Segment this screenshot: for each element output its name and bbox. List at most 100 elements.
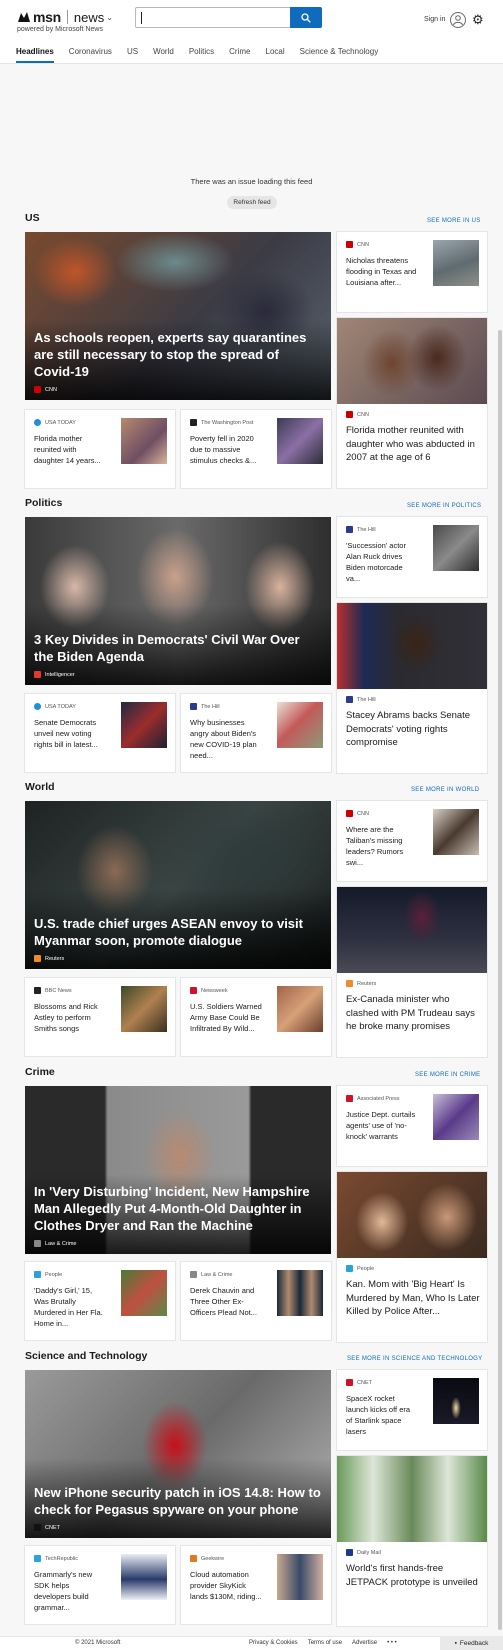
top-header: msn news ⌄ powered by Microsoft News Sig… [0,0,503,64]
news-card[interactable]: Geekwire Cloud automation provider SkyKi… [181,1546,331,1624]
see-more-politics-link[interactable]: SEE MORE IN POLITICS [407,503,481,509]
tall-news-card[interactable]: People Kan. Mom with 'Big Heart' Is Murd… [337,1172,487,1342]
gear-icon[interactable]: ⚙ [472,13,484,27]
card-thumbnail [121,1554,167,1600]
people-logo-icon [34,1271,41,1278]
tab-politics[interactable]: Politics [189,47,214,63]
avatar-icon[interactable] [450,12,466,28]
tab-us[interactable]: US [127,47,138,63]
news-card[interactable]: BBC News Blossoms and Rick Astley to per… [25,978,175,1056]
card-headline: Stacey Abrams backs Senate Democrats' vo… [346,710,471,748]
card-image [337,887,487,973]
source-name: Law & Crime [201,1271,233,1278]
text-cursor [141,12,142,24]
news-card[interactable]: TechRepublic Grammarly's new SDK helps d… [25,1546,175,1624]
hero-card-science-technology[interactable]: New iPhone security patch in iOS 14.8: H… [25,1370,331,1538]
people-logo-icon [346,1265,353,1272]
tab-local[interactable]: Local [266,47,285,63]
cnet-logo-icon [34,1524,41,1531]
tall-news-card[interactable]: Daily Mail World's first hands-free JETP… [337,1456,487,1626]
card-source: CNN [346,810,369,817]
see-more-science-technology-link[interactable]: SEE MORE IN SCIENCE AND TECHNOLOGY [347,1356,482,1362]
sign-in-link[interactable]: Sign in [424,16,445,23]
card-headline: U.S. Soldiers Warned Army Base Could Be … [190,1002,262,1033]
news-card[interactable]: People 'Daddy's Girl,' 15, Was Brutally … [25,1262,175,1340]
tab-coronavirus[interactable]: Coronavirus [69,47,112,63]
hero-card-crime[interactable]: In 'Very Disturbing' Incident, New Hamps… [25,1086,331,1254]
card-thumbnail [277,418,323,464]
card-source: Reuters [346,980,376,987]
news-card[interactable]: The Hill 'Succession' actor Alan Ruck dr… [337,517,487,597]
card-image [337,318,487,404]
card-thumbnail [277,702,323,748]
powered-by-text: powered by Microsoft News [17,26,103,33]
see-more-us-link[interactable]: SEE MORE IN US [427,218,481,224]
section-title-world: World [25,781,55,793]
terms-of-use-link[interactable]: Terms of use [308,1640,342,1646]
hero-card-politics[interactable]: 3 Key Divides in Democrats' Civil War Ov… [25,517,331,685]
tab-world[interactable]: World [153,47,174,63]
privacy-cookies-link[interactable]: Privacy & Cookies [249,1640,298,1646]
section-label: news [73,9,105,25]
search-icon [301,12,311,23]
news-card[interactable]: USA TODAY Florida mother reunited with d… [25,410,175,488]
source-name: Reuters [45,955,65,962]
see-more-crime-link[interactable]: SEE MORE IN CRIME [415,1072,480,1078]
card-headline: Florida mother reunited with daughter wh… [346,425,475,463]
chevron-down-icon[interactable]: ⌄ [106,13,113,22]
hero-card-us[interactable]: As schools reopen, experts say quarantin… [25,232,331,400]
tab-headlines[interactable]: Headlines [16,47,54,63]
cnet-logo-icon [346,1379,353,1386]
card-thumbnail [433,1094,479,1140]
tab-crime[interactable]: Crime [229,47,250,63]
category-nav: Headlines Coronavirus US World Politics … [16,47,393,63]
card-source: Newsweek [190,987,228,994]
msn-logo[interactable]: msn news ⌄ [17,9,113,25]
news-card[interactable]: CNN Where are the Taliban's missing lead… [337,801,487,881]
news-card[interactable]: USA TODAY Senate Democrats unveil new vo… [25,694,175,772]
source-name: Daily Mail [357,1549,381,1556]
news-card[interactable]: The Washington Post Poverty fell in 2020… [181,410,331,488]
card-source: The Hill [190,703,220,710]
vertical-scrollbar[interactable] [498,330,502,1630]
card-headline: Senate Democrats unveil new voting right… [34,718,98,749]
card-headline: Justice Dept. curtails agents' use of 'n… [346,1110,416,1141]
card-thumbnail [433,809,479,855]
hero-headline: In 'Very Disturbing' Incident, New Hamps… [34,1184,310,1233]
brand-label: msn [33,9,61,25]
card-source: The Washington Post [190,419,253,426]
brand-divider [66,10,68,24]
advertise-link[interactable]: Advertise [352,1640,377,1646]
more-options-icon[interactable]: • • • [387,1640,397,1646]
source-name: Geekwire [201,1555,225,1562]
news-card[interactable]: CNET SpaceX rocket launch kicks off era … [337,1370,487,1450]
feedback-icon: ▪ [454,1639,457,1647]
tab-science-technology[interactable]: Science & Technology [300,47,379,63]
card-thumbnail [277,986,323,1032]
source-name: Reuters [357,980,377,987]
search-button[interactable] [290,7,322,28]
the-hill-logo-icon [346,696,353,703]
msn-butterfly-icon [18,12,30,22]
techrepublic-logo-icon [34,1555,41,1562]
cnn-logo-icon [346,810,353,817]
tall-news-card[interactable]: Reuters Ex-Canada minister who clashed w… [337,887,487,1057]
feedback-label: Feedback [459,1639,489,1647]
tall-news-card[interactable]: CNN Florida mother reunited with daughte… [337,318,487,488]
source-name: CNET [45,1524,60,1531]
card-headline: Poverty fell in 2020 due to massive stim… [190,434,257,465]
source-name: The Washington Post [201,419,254,426]
feedback-button[interactable]: ▪ Feedback [440,1636,503,1650]
news-card[interactable]: Newsweek U.S. Soldiers Warned Army Base … [181,978,331,1056]
hero-card-world[interactable]: U.S. trade chief urges ASEAN envoy to vi… [25,801,331,969]
refresh-feed-button[interactable]: Refresh feed [227,196,277,209]
associated-press-logo-icon [346,1095,353,1102]
news-card[interactable]: Associated Press Justice Dept. curtails … [337,1086,487,1166]
news-card[interactable]: The Hill Why businesses angry about Bide… [181,694,331,772]
see-more-world-link[interactable]: SEE MORE IN WORLD [411,787,479,793]
card-thumbnail [121,986,167,1032]
news-card[interactable]: Law & Crime Derek Chauvin and Three Othe… [181,1262,331,1340]
news-card[interactable]: CNN Nicholas threatens flooding in Texas… [337,232,487,312]
card-thumbnail [277,1554,323,1600]
tall-news-card[interactable]: The Hill Stacey Abrams backs Senate Demo… [337,603,487,773]
